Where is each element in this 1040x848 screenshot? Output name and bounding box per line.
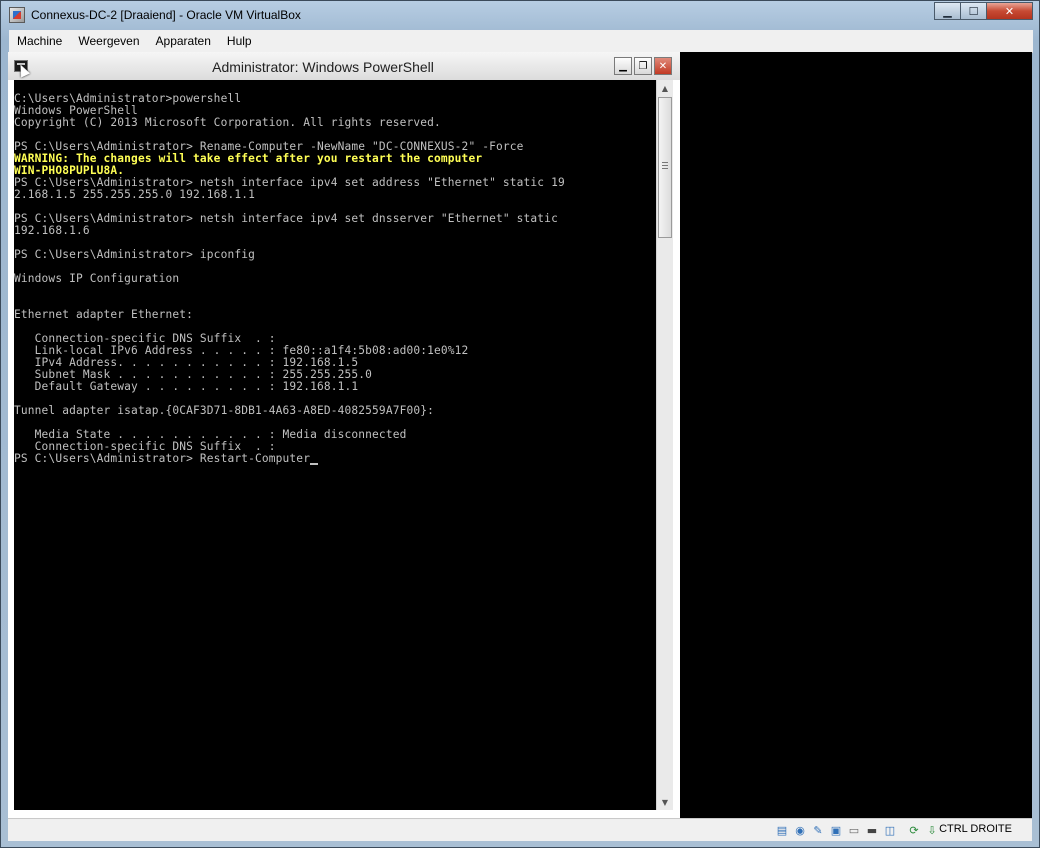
powershell-minimize-button[interactable]: ▁ (614, 57, 632, 75)
console-line: Windows IP Configuration (14, 272, 180, 285)
mouse-integration-icon[interactable]: ⟳ (906, 822, 922, 838)
scroll-up-arrow-icon[interactable]: ▲ (657, 80, 673, 96)
usb-icon[interactable]: ✎ (810, 822, 826, 838)
shared-folders-icon[interactable]: ▣ (828, 822, 844, 838)
console-line: PS C:\Users\Administrator> ipconfig (14, 248, 255, 261)
powershell-window: Administrator: Windows PowerShell ▁ ❐ ✕ … (8, 52, 680, 818)
powershell-title: Administrator: Windows PowerShell (212, 59, 434, 75)
scrollbar-thumb[interactable] (658, 97, 672, 238)
powershell-close-button[interactable]: ✕ (654, 57, 672, 75)
window-title: Connexus-DC-2 [Draaiend] - Oracle VM Vir… (31, 8, 301, 22)
console-line: 192.168.1.6 (14, 224, 90, 237)
menu-apparaten[interactable]: Apparaten (148, 34, 219, 48)
powershell-window-controls: ▁ ❐ ✕ (612, 57, 672, 75)
console-line: Tunnel adapter isatap.{0CAF3D71-8DB1-4A6… (14, 404, 435, 417)
minimize-button[interactable]: ▁ (934, 2, 961, 20)
scroll-down-arrow-icon[interactable]: ▼ (657, 794, 673, 810)
network-icon[interactable]: ◫ (882, 822, 898, 838)
window-controls: ▁ ☐ ✕ (934, 2, 1033, 21)
virtualbox-app-icon[interactable] (9, 7, 25, 23)
console-line: Copyright (C) 2013 Microsoft Corporation… (14, 116, 441, 129)
console-line: Default Gateway . . . . . . . . . : 192.… (14, 380, 359, 393)
menu-hulp[interactable]: Hulp (219, 34, 260, 48)
video-capture-icon[interactable]: ▬ (864, 822, 880, 838)
virtualbox-titlebar[interactable]: Connexus-DC-2 [Draaiend] - Oracle VM Vir… (1, 1, 1039, 29)
status-bar: ▤ ◉ ✎ ▣ ▭ ▬ ◫ ⟳ ⇩ CTRL DROITE (8, 818, 1032, 841)
console-line: Ethernet adapter Ethernet: (14, 308, 194, 321)
host-key-icon[interactable]: ⇩ (924, 822, 940, 838)
guest-display[interactable]: Administrator: Windows PowerShell ▁ ❐ ✕ … (8, 52, 1032, 818)
text-cursor (310, 463, 319, 465)
console-line: PS C:\Users\Administrator> Restart-Compu… (14, 453, 319, 465)
console-line: 2.168.1.5 255.255.255.0 192.168.1.1 (14, 188, 255, 201)
host-key-label: CTRL DROITE (939, 823, 1012, 835)
close-button[interactable]: ✕ (986, 2, 1033, 20)
display-icon[interactable]: ▭ (846, 822, 862, 838)
menu-weergeven[interactable]: Weergeven (70, 34, 147, 48)
menu-bar: Machine Weergeven Apparaten Hulp (9, 30, 1033, 53)
status-icons: ▤ ◉ ✎ ▣ ▭ ▬ ◫ ⟳ ⇩ (772, 822, 940, 838)
menu-machine[interactable]: Machine (9, 34, 70, 48)
console-output[interactable]: C:\Users\Administrator>powershell Windows… (14, 80, 656, 810)
hard-disk-icon[interactable]: ▤ (774, 822, 790, 838)
console-line: PS C:\Users\Administrator> netsh interfa… (14, 212, 558, 225)
optical-drive-icon[interactable]: ◉ (792, 822, 808, 838)
powershell-titlebar[interactable]: Administrator: Windows PowerShell ▁ ❐ ✕ (8, 52, 680, 80)
maximize-button[interactable]: ☐ (960, 2, 987, 20)
powershell-restore-button[interactable]: ❐ (634, 57, 652, 75)
vertical-scrollbar[interactable]: ▲ ▼ (656, 80, 673, 810)
